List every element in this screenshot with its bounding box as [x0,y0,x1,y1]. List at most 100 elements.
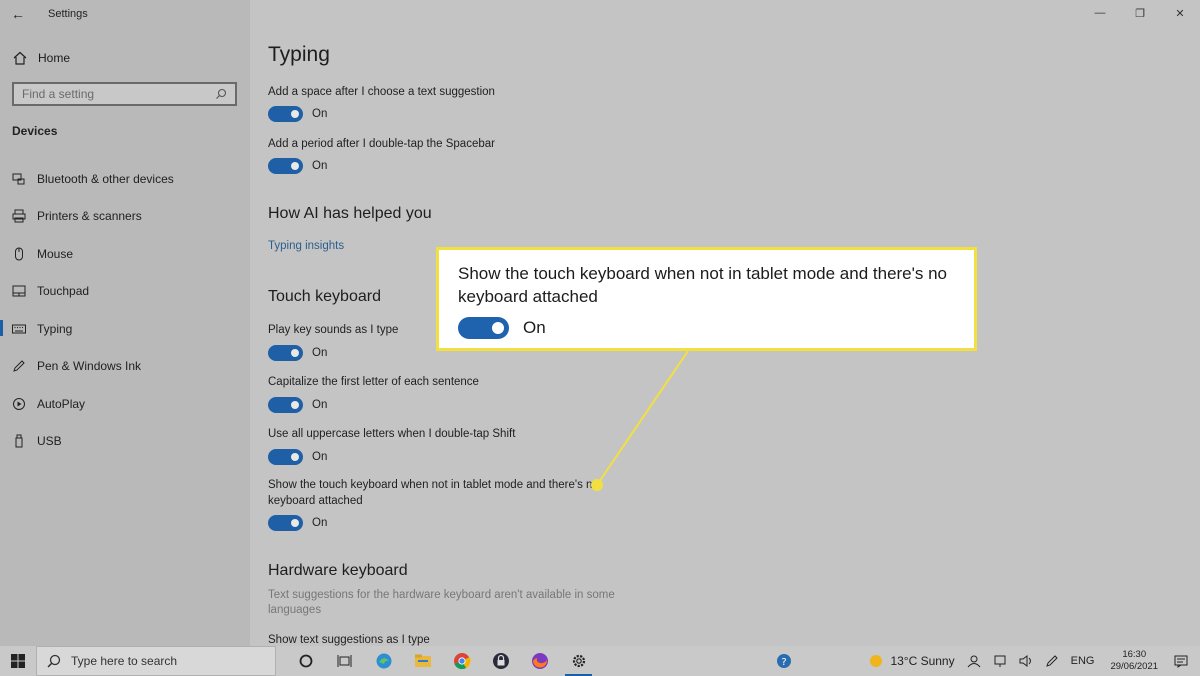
typing-insights-link[interactable]: Typing insights [268,240,344,252]
firefox-button[interactable] [520,646,559,676]
taskbar-apps [286,646,598,676]
section-title-devices: Devices [12,124,58,138]
task-view-button[interactable] [325,646,364,676]
sidebar-item-mouse[interactable]: Mouse [0,235,250,273]
key-sounds-toggle[interactable] [268,345,303,361]
sidebar-item-typing[interactable]: Typing [0,310,250,348]
sidebar-item-printers[interactable]: Printers & scanners [0,198,250,236]
edge-icon [376,653,391,669]
system-tray: ? 13°C Sunny ENG 16:30 29/06/2021 [770,646,1200,676]
ai-heading: How AI has helped you [268,205,432,222]
home-nav-item[interactable]: Home [12,50,70,66]
sidebar-item-pen[interactable]: Pen & Windows Ink [0,348,250,386]
toggle-state: On [312,451,328,463]
firefox-icon [531,653,548,669]
language-indicator[interactable]: ENG [1071,655,1095,667]
show-touch-keyboard-toggle-row[interactable]: On [268,515,327,531]
add-period-toggle[interactable] [268,158,303,174]
capitalize-toggle-row[interactable]: On [268,397,327,413]
add-period-label: Add a period after I double-tap the Spac… [268,138,495,150]
sidebar-item-label: Mouse [37,246,74,261]
toggle-state: On [312,517,328,529]
notifications-button[interactable] [1174,654,1188,668]
network-button[interactable] [993,654,1007,668]
folder-icon [414,654,431,667]
start-button[interactable] [0,646,36,676]
capitalize-label: Capitalize the first letter of each sent… [268,376,479,388]
chrome-icon [453,653,470,670]
sidebar-item-autoplay[interactable]: AutoPlay [0,385,250,423]
network-icon [994,655,1006,667]
sidebar-item-usb[interactable]: USB [0,423,250,461]
add-space-toggle-row[interactable]: On [268,106,327,122]
printer-icon [12,209,26,223]
key-sounds-toggle-row[interactable]: On [268,345,327,361]
settings-app-button[interactable] [559,646,598,676]
sidebar-item-label: Pen & Windows Ink [37,359,142,374]
toggle-state: On [312,399,328,411]
pen-workspace-icon [1045,655,1058,667]
taskbar-search-box[interactable]: Type here to search [36,646,276,676]
add-period-toggle-row[interactable]: On [268,158,327,174]
sidebar-item-label: AutoPlay [37,396,86,411]
sidebar: ← Settings Home Find a setting Devices B… [0,0,250,646]
uppercase-toggle[interactable] [268,449,303,465]
weather-text: 13°C Sunny [890,654,955,668]
weather-widget[interactable]: 13°C Sunny [868,653,955,669]
callout-text: Show the touch keyboard when not in tabl… [458,264,948,306]
toggle-state: On [312,160,328,172]
sidebar-item-bluetooth[interactable]: Bluetooth & other devices [0,160,250,198]
people-button[interactable] [967,654,981,668]
back-button[interactable]: ← [0,0,36,28]
uppercase-label: Use all uppercase letters when I double-… [268,428,516,440]
show-touch-keyboard-toggle[interactable] [268,515,303,531]
file-explorer-button[interactable] [403,646,442,676]
capitalize-toggle[interactable] [268,397,303,413]
home-icon [13,51,27,65]
notification-icon [1174,655,1188,668]
add-space-toggle[interactable] [268,106,303,122]
volume-button[interactable] [1019,654,1033,668]
sidebar-item-touchpad[interactable]: Touchpad [0,273,250,311]
title-bar: ← Settings [0,0,250,28]
bluetooth-icon [12,172,26,186]
edge-button[interactable] [364,646,403,676]
sidebar-item-label: Printers & scanners [37,209,142,224]
touch-keyboard-heading: Touch keyboard [268,288,381,305]
touchpad-icon [12,284,26,298]
add-space-label: Add a space after I choose a text sugges… [268,86,495,98]
page-title: Typing [268,43,330,66]
hardware-keyboard-desc-line2: languages [268,604,322,616]
hardware-keyboard-heading: Hardware keyboard [268,562,408,579]
keyboard-icon [12,322,26,336]
windows-logo-icon [11,654,25,668]
arrow-left-icon: ← [11,6,25,22]
callout-box: Show the touch keyboard when not in tabl… [436,247,977,351]
pen-icon [12,359,26,373]
autoplay-icon [12,397,26,411]
person-icon [967,655,980,668]
search-icon [216,88,227,99]
find-setting-input[interactable]: Find a setting [12,82,237,106]
home-label: Home [38,51,71,65]
sidebar-item-label: USB [37,434,62,449]
pen-workspace-button[interactable] [1045,654,1059,668]
taskbar-search-placeholder: Type here to search [71,654,178,668]
cortana-button[interactable] [286,646,325,676]
clock[interactable]: 16:30 29/06/2021 [1110,649,1158,673]
clock-date: 29/06/2021 [1110,661,1158,672]
svg-text:?: ? [782,657,787,668]
callout-toggle [458,317,509,339]
uppercase-toggle-row[interactable]: On [268,449,327,465]
toggle-state: On [312,108,328,120]
sun-icon [870,655,883,667]
hardware-keyboard-desc-line1: Text suggestions for the hardware keyboa… [268,589,615,601]
help-button[interactable]: ? [776,653,792,669]
vpn-button[interactable] [481,646,520,676]
chrome-button[interactable] [442,646,481,676]
sidebar-item-label: Typing [37,321,73,336]
help-icon: ? [777,654,792,668]
clock-time: 16:30 [1122,649,1147,660]
sidebar-item-label: Touchpad [37,284,90,299]
search-placeholder: Find a setting [22,87,95,101]
